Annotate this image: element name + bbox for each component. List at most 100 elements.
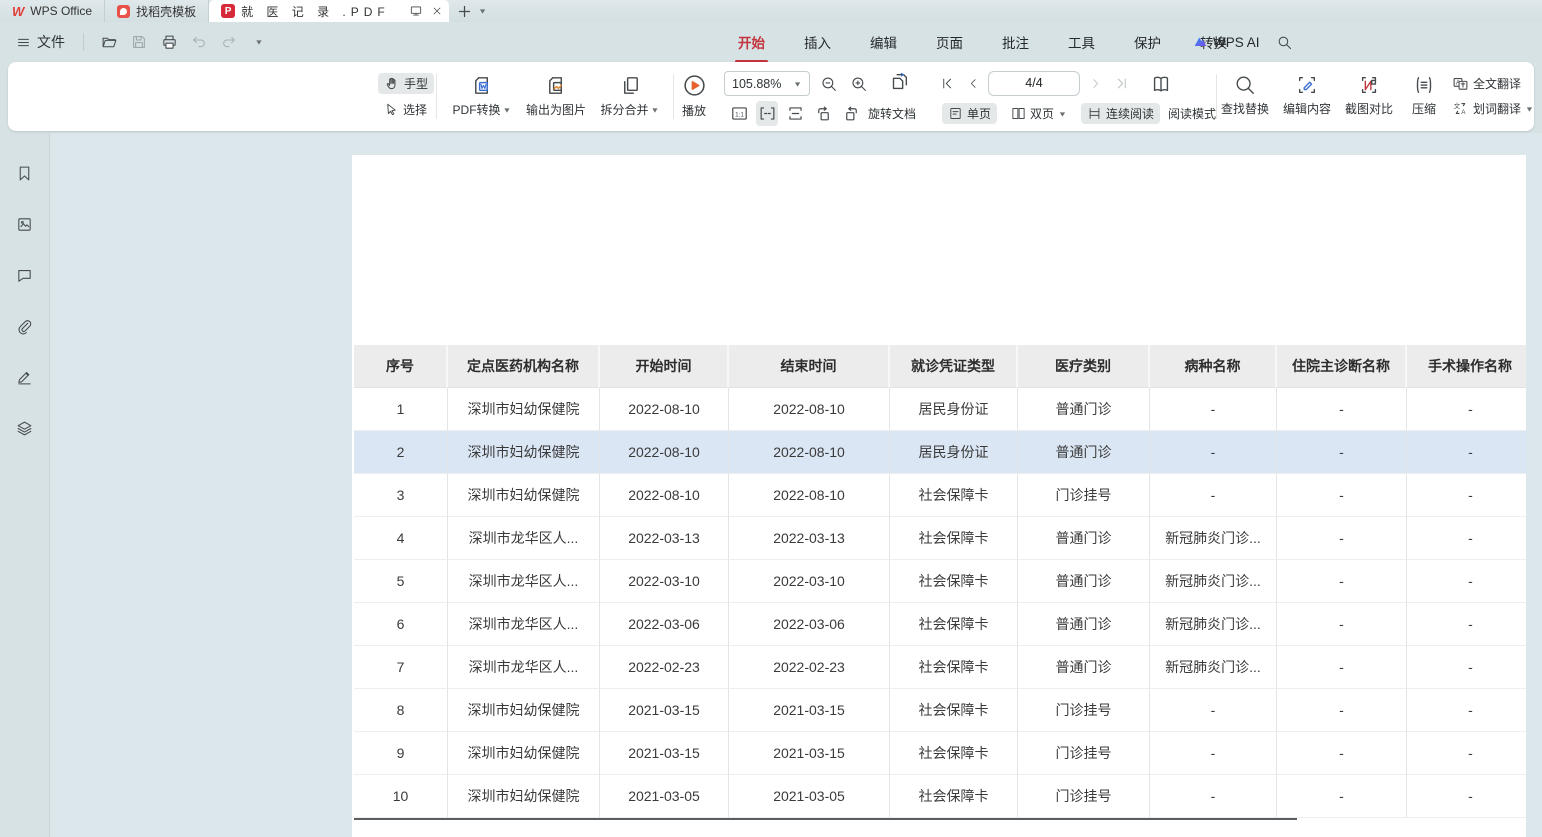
fit-page-button[interactable] — [784, 101, 806, 126]
redo-button[interactable] — [216, 30, 242, 54]
actual-size-button[interactable]: 1:1 — [728, 101, 750, 126]
left-panel-sidebar — [0, 133, 50, 837]
screenshot-compare-button[interactable]: 截图对比 — [1336, 74, 1402, 117]
bookmark-icon[interactable] — [11, 159, 39, 187]
document-workspace[interactable]: 序号定点医药机构名称开始时间结束时间就诊凭证类型医疗类别病种名称住院主诊断名称手… — [50, 133, 1542, 837]
menu-tab-edit[interactable]: 编辑 — [867, 30, 900, 54]
zoom-in-button[interactable] — [848, 71, 870, 96]
read-mode-label[interactable]: 阅读模式 — [1168, 105, 1216, 122]
table-cell: 社会保障卡 — [890, 732, 1018, 775]
rotate-doc-label[interactable]: 旋转文档 — [868, 105, 916, 122]
table-bottom-border — [354, 818, 1297, 820]
tab-document-pdf[interactable]: P 就 医 记 录 .PDF — [209, 0, 449, 22]
table-cell: 普通门诊 — [1018, 431, 1150, 474]
next-page-button[interactable] — [1084, 71, 1106, 96]
split-merge-icon — [619, 74, 642, 97]
tab-label: WPS Office — [30, 4, 92, 18]
close-tab-icon[interactable] — [431, 5, 443, 17]
pdf-page[interactable]: 序号定点医药机构名称开始时间结束时间就诊凭证类型医疗类别病种名称住院主诊断名称手… — [352, 155, 1526, 837]
wps-ai-button[interactable]: WPS AI — [1192, 34, 1260, 50]
svg-text:文: 文 — [1454, 101, 1461, 110]
play-button[interactable]: 播放 — [660, 73, 728, 119]
layers-icon[interactable] — [11, 414, 39, 442]
tab-wps-office[interactable]: W WPS Office — [0, 0, 105, 22]
signature-icon[interactable] — [11, 363, 39, 391]
chevron-down-icon: ▼ — [503, 106, 512, 114]
menu-tab-insert[interactable]: 插入 — [801, 30, 834, 54]
split-merge-button[interactable]: 拆分合并▼ — [592, 74, 668, 118]
word-translate-button[interactable]: 文A 划词翻译 ▼ — [1452, 100, 1534, 117]
undo-button[interactable] — [186, 30, 212, 54]
file-menu-button[interactable]: 文件 — [10, 28, 71, 56]
zoom-level-combo[interactable]: 105.88% ▼ — [724, 71, 810, 96]
rotate-pages-icon[interactable] — [888, 69, 910, 94]
compress-button[interactable]: 压缩 — [1396, 74, 1452, 117]
search-icon[interactable] — [1276, 34, 1293, 51]
last-page-button[interactable] — [1110, 71, 1132, 96]
quick-access-chevron-icon[interactable]: ▼ — [246, 30, 272, 54]
open-file-button[interactable] — [96, 30, 122, 54]
table-cell: 普通门诊 — [1018, 560, 1150, 603]
play-label: 播放 — [682, 102, 706, 119]
double-page-button[interactable]: 双页 ▼ — [1005, 103, 1073, 124]
comment-icon[interactable] — [11, 261, 39, 289]
continuous-read-label: 连续阅读 — [1106, 105, 1154, 122]
full-translate-button[interactable]: A 全文翻译 — [1452, 75, 1521, 92]
table-cell: 社会保障卡 — [890, 646, 1018, 689]
save-button[interactable] — [126, 30, 152, 54]
docer-icon — [117, 5, 130, 18]
table-row: 8深圳市妇幼保健院2021-03-152021-03-15社会保障卡门诊挂号--… — [354, 689, 1526, 732]
wps-logo-icon: W — [12, 4, 24, 19]
read-mode-icon[interactable] — [1150, 71, 1172, 96]
continuous-read-icon — [1087, 106, 1102, 121]
prev-page-button[interactable] — [962, 71, 984, 96]
edit-content-button[interactable]: 编辑内容 — [1274, 74, 1340, 117]
table-cell: 2022-02-23 — [600, 646, 729, 689]
rotate-right-button[interactable] — [840, 101, 862, 126]
menu-tab-protect[interactable]: 保护 — [1131, 30, 1164, 54]
menu-tab-page[interactable]: 页面 — [933, 30, 966, 54]
page-number-input[interactable]: 4/4 — [988, 71, 1080, 96]
find-replace-button[interactable]: 查找替换 — [1212, 74, 1278, 117]
select-tool-button[interactable]: 选择 — [378, 99, 433, 120]
attachment-icon[interactable] — [11, 312, 39, 340]
single-page-button[interactable]: 单页 — [942, 103, 997, 124]
print-button[interactable] — [156, 30, 182, 54]
table-cell: - — [1407, 388, 1526, 431]
menu-tab-tools[interactable]: 工具 — [1065, 30, 1098, 54]
tab-docer-templates[interactable]: 找稻壳模板 — [105, 0, 209, 22]
menu-tab-home[interactable]: 开始 — [735, 30, 768, 54]
hand-tool-button[interactable]: 手型 — [378, 73, 434, 94]
pdf-convert-button[interactable]: PDF转换▼ — [444, 74, 520, 118]
table-cell: - — [1277, 431, 1407, 474]
rotate-left-button[interactable] — [812, 101, 834, 126]
first-page-button[interactable] — [936, 71, 958, 96]
monitor-icon[interactable] — [409, 4, 423, 18]
table-cell: 序号 — [354, 345, 448, 388]
zoom-out-button[interactable] — [818, 71, 840, 96]
table-row: 10深圳市妇幼保健院2021-03-052021-03-05社会保障卡门诊挂号-… — [354, 775, 1526, 818]
continuous-read-button[interactable]: 连续阅读 — [1081, 103, 1160, 124]
table-cell: 7 — [354, 646, 448, 689]
table-cell: 定点医药机构名称 — [448, 345, 600, 388]
thumbnail-icon[interactable] — [11, 210, 39, 238]
table-cell: 6 — [354, 603, 448, 646]
table-cell: 深圳市龙华区人... — [448, 560, 600, 603]
tab-list-chevron-icon[interactable]: ▼ — [478, 7, 487, 15]
table-cell: 10 — [354, 775, 448, 818]
table-cell: 1 — [354, 388, 448, 431]
table-cell: - — [1407, 775, 1526, 818]
double-page-label: 双页 — [1030, 105, 1054, 122]
table-cell: 3 — [354, 474, 448, 517]
table-cell: - — [1150, 388, 1277, 431]
table-row: 4深圳市龙华区人...2022-03-132022-03-13社会保障卡普通门诊… — [354, 517, 1526, 560]
new-tab-icon[interactable] — [457, 4, 472, 19]
menu-tab-annotate[interactable]: 批注 — [999, 30, 1032, 54]
compress-label: 压缩 — [1412, 100, 1436, 117]
table-cell: 深圳市妇幼保健院 — [448, 431, 600, 474]
export-image-button[interactable]: 输出为图片 — [518, 74, 594, 118]
full-translate-icon: A — [1452, 75, 1469, 92]
find-replace-label: 查找替换 — [1221, 100, 1269, 117]
select-tool-label: 选择 — [403, 101, 427, 118]
fit-width-button[interactable] — [756, 101, 778, 126]
